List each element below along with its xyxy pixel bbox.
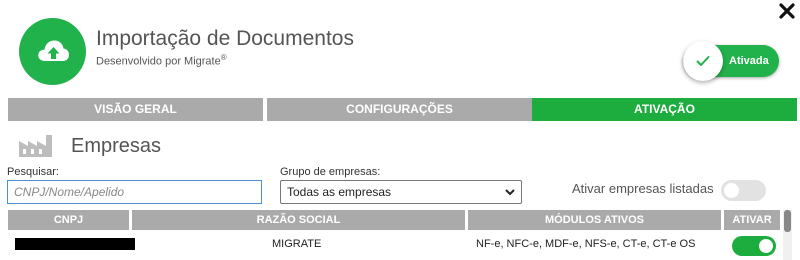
chevron-down-icon <box>505 189 515 196</box>
search-label: Pesquisar: <box>7 166 59 178</box>
company-activate-toggle[interactable] <box>732 236 776 256</box>
column-header-razao-social[interactable]: RAZÃO SOCIAL <box>132 210 465 230</box>
table-header: CNPJ RAZÃO SOCIAL MÓDULOS ATIVOS ATIVAR <box>8 210 780 230</box>
factory-icon <box>19 135 52 157</box>
app-header: Importação de Documentos Desenvolvido po… <box>19 18 354 85</box>
cloud-upload-icon <box>37 40 69 61</box>
column-header-cnpj[interactable]: CNPJ <box>8 210 129 230</box>
column-header-modulos[interactable]: MÓDULOS ATIVOS <box>468 210 721 230</box>
table-scrollbar[interactable] <box>783 210 792 260</box>
table-row: MIGRATE NF-e, NFC-e, MDF-e, NFS-e, CT-e,… <box>8 233 780 256</box>
app-title: Importação de Documentos <box>96 27 354 50</box>
group-select-value: Todas as empresas <box>287 185 392 199</box>
activation-toggle[interactable]: Ativada <box>683 41 779 81</box>
section-header: Empresas <box>19 134 161 158</box>
subtitle-text: Desenvolvido por Migrate <box>96 55 221 68</box>
activation-knob <box>683 41 723 81</box>
cnpj-redacted <box>15 238 135 250</box>
check-icon <box>696 56 710 66</box>
group-select[interactable]: Todas as empresas <box>280 180 522 204</box>
registered-mark: ® <box>220 53 227 62</box>
toggle-knob <box>759 239 773 253</box>
scrollbar-thumb[interactable] <box>784 210 791 232</box>
column-header-ativar[interactable]: ATIVAR <box>724 210 780 230</box>
tab-overview[interactable]: VISÃO GERAL <box>8 98 263 121</box>
group-label: Grupo de empresas: <box>280 166 381 178</box>
section-title: Empresas <box>71 135 162 157</box>
toggle-knob <box>724 183 739 198</box>
cloud-upload-logo <box>19 18 86 85</box>
tab-activation[interactable]: ATIVAÇÃO <box>532 98 797 121</box>
search-input[interactable] <box>7 180 262 204</box>
tab-bar: VISÃO GERAL CONFIGURAÇÕES ATIVAÇÃO <box>8 98 797 121</box>
company-modules: NF-e, NFC-e, MDF-e, NFS-e, CT-e, CT-e OS <box>476 238 696 250</box>
bulk-activate-label: Ativar empresas listadas <box>572 181 714 196</box>
activation-label: Ativada <box>729 55 769 67</box>
bulk-activate-toggle[interactable] <box>721 180 766 201</box>
tab-settings[interactable]: CONFIGURAÇÕES <box>267 98 532 121</box>
app-subtitle: Desenvolvido por Migrate® <box>96 52 354 68</box>
company-name: MIGRATE <box>272 238 322 250</box>
close-icon[interactable] <box>778 2 796 20</box>
